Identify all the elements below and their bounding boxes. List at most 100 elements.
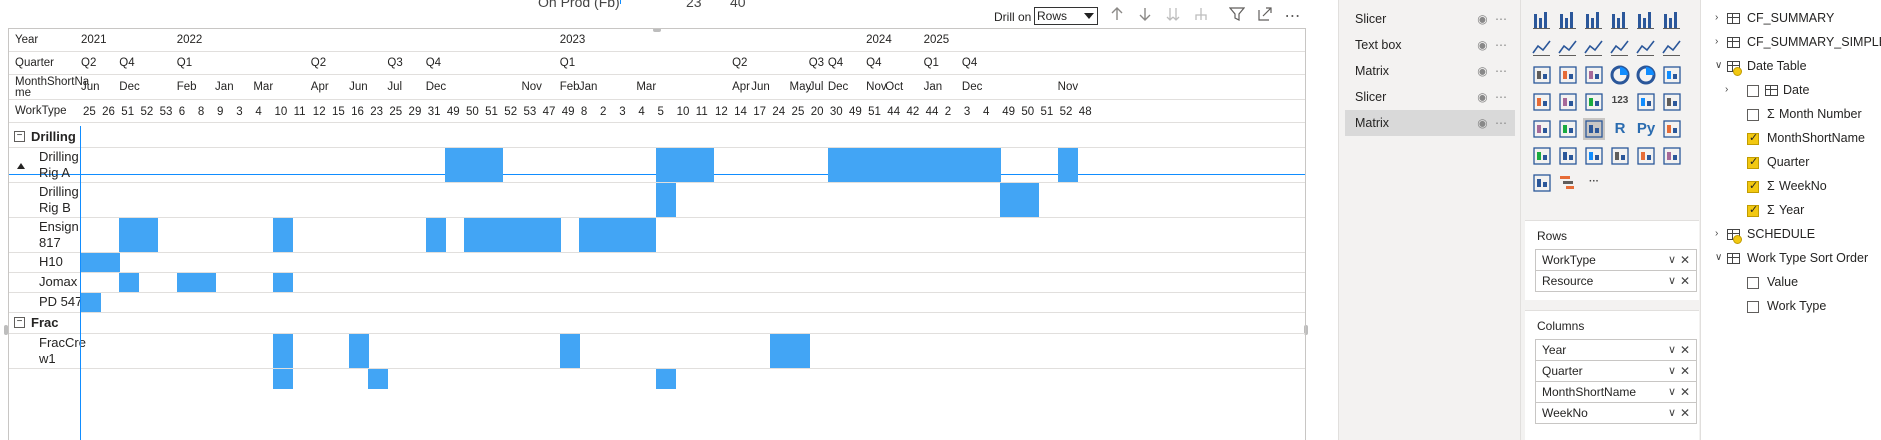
arrow-down-icon[interactable] xyxy=(1134,6,1156,28)
field-tree-item[interactable]: MonthShortName xyxy=(1701,128,1881,150)
quarter-header[interactable]: Q3 xyxy=(809,57,824,69)
row-header[interactable]: Jomax xyxy=(39,274,77,290)
quarter-header[interactable]: Q1 xyxy=(924,57,939,69)
more-visuals-icon[interactable]: ··· xyxy=(1583,172,1605,194)
chevron-down-icon[interactable]: ∨ xyxy=(1668,361,1676,381)
line-column-icon[interactable] xyxy=(1609,37,1631,59)
gantt-cell[interactable] xyxy=(1057,148,1078,182)
week-header[interactable]: 4 xyxy=(983,106,989,118)
field-well-item[interactable]: Quarter ∨ ✕ xyxy=(1535,360,1697,382)
gantt-cell[interactable] xyxy=(847,148,867,182)
month-header[interactable]: Apr xyxy=(311,81,329,93)
week-header[interactable]: 44 xyxy=(887,106,900,118)
gantt-cell[interactable] xyxy=(655,183,676,217)
field-checkbox[interactable] xyxy=(1747,131,1759,145)
quarter-header[interactable]: Q2 xyxy=(732,57,747,69)
gantt-cell[interactable] xyxy=(961,148,982,182)
month-header[interactable]: Dec xyxy=(828,81,848,93)
field-tree-item[interactable]: Σ WeekNo xyxy=(1701,176,1881,198)
gantt-cell[interactable] xyxy=(981,148,1002,182)
gantt-cell[interactable] xyxy=(502,218,523,252)
card-icon[interactable]: 123 xyxy=(1609,91,1631,113)
gauge-icon[interactable] xyxy=(1583,91,1605,113)
field-checkbox[interactable] xyxy=(1747,203,1759,217)
sort-ascending-icon[interactable] xyxy=(17,163,25,169)
chevron-down-icon[interactable]: ∨ xyxy=(1715,252,1722,263)
gantt-cell[interactable] xyxy=(272,218,293,252)
pie-icon[interactable] xyxy=(1609,64,1631,86)
gantt-cell[interactable] xyxy=(866,148,887,182)
gantt-cell[interactable] xyxy=(674,148,695,182)
field-tree-item[interactable]: › CF_SUMMARY_SIMPLE xyxy=(1701,32,1881,54)
remove-field-icon[interactable]: ✕ xyxy=(1680,382,1690,402)
week-header[interactable]: 3 xyxy=(236,106,242,118)
week-header[interactable]: 30 xyxy=(830,106,843,118)
visibility-eye-icon[interactable]: ◉ ⋯ xyxy=(1477,110,1509,136)
week-header[interactable]: 2 xyxy=(600,106,606,118)
gantt-cell[interactable] xyxy=(483,218,504,252)
field-checkbox[interactable] xyxy=(1747,85,1759,97)
week-header[interactable]: 4 xyxy=(255,106,261,118)
chevron-down-icon[interactable]: ∨ xyxy=(1715,60,1722,71)
stacked-column-icon[interactable] xyxy=(1557,10,1579,32)
gantt-cell[interactable] xyxy=(119,218,140,252)
matrix-icon[interactable] xyxy=(1583,118,1605,140)
week-header[interactable]: 26 xyxy=(102,106,115,118)
field-well-item[interactable]: MonthShortName ∨ ✕ xyxy=(1535,381,1697,403)
qa-icon[interactable] xyxy=(1557,145,1579,167)
year-header[interactable]: 2024 xyxy=(866,34,892,46)
expand-hierarchy-icon[interactable] xyxy=(1190,6,1212,28)
week-header[interactable]: 49 xyxy=(849,106,862,118)
field-tree-item[interactable]: › SCHEDULE xyxy=(1701,224,1881,246)
week-header[interactable]: 51 xyxy=(121,106,134,118)
field-checkbox[interactable] xyxy=(1747,179,1759,193)
quarter-header[interactable]: Q3 xyxy=(387,57,402,69)
chevron-down-icon[interactable]: ∨ xyxy=(1668,340,1676,360)
stacked-bar-icon[interactable] xyxy=(1531,10,1553,32)
week-header[interactable]: 11 xyxy=(696,106,708,118)
field-checkbox[interactable] xyxy=(1747,109,1759,121)
week-header[interactable]: 29 xyxy=(409,106,422,118)
year-header[interactable]: 2022 xyxy=(177,34,203,46)
week-header[interactable]: 6 xyxy=(179,106,185,118)
waterfall-icon[interactable] xyxy=(1531,64,1553,86)
drill-on-select[interactable]: Rows xyxy=(1034,7,1098,25)
week-header[interactable]: 49 xyxy=(447,106,460,118)
gantt-cell[interactable] xyxy=(885,148,906,182)
remove-field-icon[interactable]: ✕ xyxy=(1680,250,1690,270)
year-header[interactable]: 2021 xyxy=(81,34,107,46)
gantt-cell[interactable] xyxy=(789,334,810,368)
week-header[interactable]: 53 xyxy=(523,106,536,118)
gantt-cell[interactable] xyxy=(598,218,619,252)
gantt-cell[interactable] xyxy=(904,148,925,182)
quarter-header[interactable]: Q4 xyxy=(426,57,441,69)
month-header[interactable]: Jul xyxy=(809,81,824,93)
week-header[interactable]: 16 xyxy=(351,106,364,118)
month-header[interactable]: Dec xyxy=(119,81,139,93)
chevron-right-icon[interactable]: › xyxy=(1715,12,1718,23)
quarter-header[interactable]: Q4 xyxy=(119,57,134,69)
month-header[interactable]: Feb xyxy=(560,81,580,93)
week-header[interactable]: 42 xyxy=(906,106,919,118)
power-automate-icon[interactable] xyxy=(1661,145,1683,167)
funnel-icon[interactable] xyxy=(1557,64,1579,86)
week-header[interactable]: 2 xyxy=(945,106,951,118)
week-header[interactable]: 49 xyxy=(1002,106,1015,118)
quarter-header[interactable]: Q4 xyxy=(828,57,843,69)
week-header[interactable]: 15 xyxy=(332,106,345,118)
clustered-bar-icon[interactable] xyxy=(1583,10,1605,32)
field-tree-item[interactable]: › CF_SUMMARY xyxy=(1701,8,1881,30)
gantt-cell[interactable] xyxy=(655,369,676,389)
field-tree-item[interactable]: ∨ Work Type Sort Order xyxy=(1701,248,1881,270)
filter-icon[interactable] xyxy=(1226,6,1248,28)
week-header[interactable]: 49 xyxy=(562,106,575,118)
gantt-cell[interactable] xyxy=(1000,183,1021,217)
100pct-column-icon[interactable] xyxy=(1661,10,1683,32)
month-header[interactable]: Nov xyxy=(521,81,541,93)
week-header[interactable]: 48 xyxy=(1079,106,1092,118)
treemap-icon[interactable] xyxy=(1661,64,1683,86)
week-header[interactable]: 51 xyxy=(1041,106,1054,118)
field-tree-item[interactable]: ∨ Date Table xyxy=(1701,56,1881,78)
week-header[interactable]: 51 xyxy=(868,106,881,118)
week-header[interactable]: 9 xyxy=(217,106,223,118)
